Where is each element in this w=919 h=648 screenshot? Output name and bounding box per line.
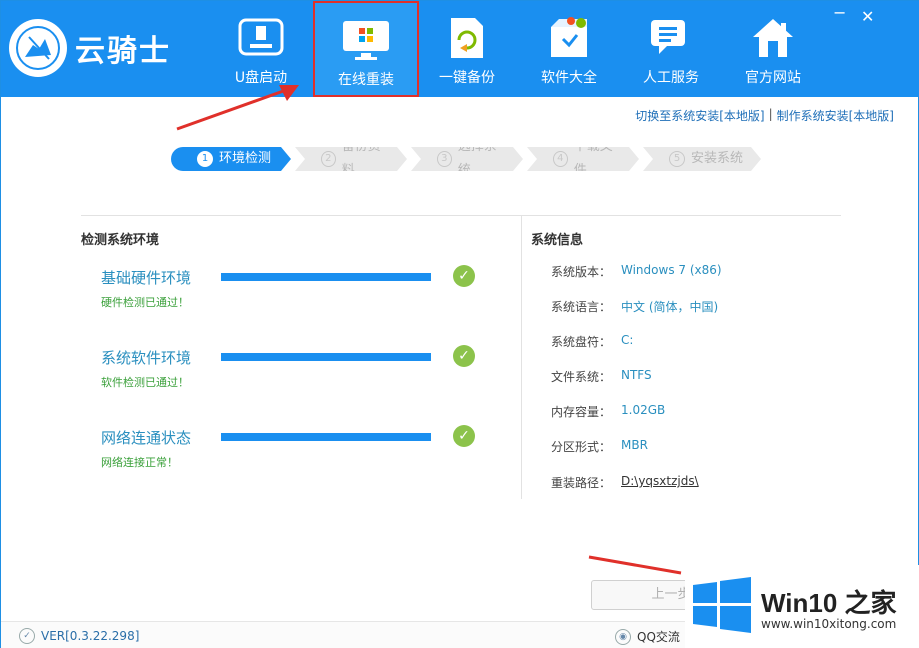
knight-logo-icon xyxy=(9,19,67,77)
software-box-icon xyxy=(543,15,595,61)
step-number: 2 xyxy=(321,151,336,167)
step-install: 5 安装系统 xyxy=(643,147,761,171)
step-number: 5 xyxy=(669,151,685,167)
watermark-overlay: Win10 之家 www.win10xitong.com xyxy=(685,565,919,648)
nav-site-label: 官方网站 xyxy=(745,70,801,86)
app-window: 云骑士 U盘启动 在线重装 一键备份 软件大全 人工服务 官方网站 − ✕ 切换… xyxy=(0,0,919,648)
step-backup: 2 备份资料 xyxy=(295,147,407,171)
info-value: NTFS xyxy=(621,368,652,382)
info-label: 重装路径： xyxy=(551,476,612,490)
check-status: 软件检测已通过！ xyxy=(101,376,189,389)
info-value: 中文 (简体，中国) xyxy=(621,300,719,314)
monitor-windows-icon xyxy=(340,17,392,63)
reinstall-path-link[interactable]: D:\yqsxtzjds\ xyxy=(621,474,699,491)
nav-online-label: 在线重装 xyxy=(338,72,394,88)
step-select-system: 3 选择系统 xyxy=(411,147,523,171)
info-value: 1.02GB xyxy=(621,403,666,417)
backup-document-icon xyxy=(441,15,493,61)
nav-usb-boot[interactable]: U盘启动 xyxy=(209,1,313,97)
info-system-drive: 系统盘符： C: xyxy=(551,333,633,350)
version-info: ✓ VER[0.3.22.298] xyxy=(19,628,139,644)
check-ok-icon: ✓ xyxy=(453,265,475,287)
info-label: 系统语言： xyxy=(551,300,612,314)
step-download: 4 下载文件 xyxy=(527,147,639,171)
info-label: 内存容量： xyxy=(551,405,612,419)
info-language: 系统语言： 中文 (简体，中国) xyxy=(551,298,718,315)
info-label: 系统盘符： xyxy=(551,335,612,349)
close-button[interactable]: ✕ xyxy=(861,7,874,26)
version-text: VER[0.3.22.298] xyxy=(41,629,140,643)
qq-text: QQ交流 xyxy=(637,630,680,644)
step-number: 3 xyxy=(437,151,452,167)
check-software: 系统软件环境 ✓ 软件检测已通过！ xyxy=(101,345,481,390)
step-label: 下载文件 xyxy=(573,139,613,178)
check-hardware: 基础硬件环境 ✓ 硬件检测已通过！ xyxy=(101,265,481,310)
red-arrow-bottom xyxy=(588,555,682,575)
info-partition-style: 分区形式： MBR xyxy=(551,438,648,455)
chat-bubble-icon xyxy=(645,15,697,61)
check-progress-bar xyxy=(221,353,431,361)
info-value: MBR xyxy=(621,438,648,452)
step-label: 安装系统 xyxy=(691,151,744,166)
check-progress-bar xyxy=(221,273,431,281)
info-value: Windows 7 (x86) xyxy=(621,263,722,277)
check-circle-icon: ✓ xyxy=(19,628,35,644)
logo-text: 云骑士 xyxy=(75,34,171,69)
panel-divider-vertical xyxy=(521,215,522,499)
step-label: 备份资料 xyxy=(341,139,381,178)
info-memory: 内存容量： 1.02GB xyxy=(551,403,665,420)
step-env-check: 1 环境检测 xyxy=(171,147,291,171)
info-os-version: 系统版本： Windows 7 (x86) xyxy=(551,263,722,280)
qq-chat-link[interactable]: ◉ QQ交流 xyxy=(615,628,680,645)
app-logo: 云骑士 xyxy=(9,13,209,83)
info-label: 文件系统： xyxy=(551,370,612,384)
nav-usb-label: U盘启动 xyxy=(234,70,288,86)
nav-backup-label: 一键备份 xyxy=(439,70,495,86)
info-file-system: 文件系统： NTFS xyxy=(551,368,652,385)
usb-drive-icon xyxy=(235,15,287,61)
nav-software[interactable]: 软件大全 xyxy=(517,1,621,97)
watermark-title: Win10 之家 xyxy=(761,588,897,618)
nav-official-site[interactable]: 官方网站 xyxy=(721,1,825,97)
nav-online-reinstall[interactable]: 在线重装 xyxy=(313,1,419,97)
detect-section-title: 检测系统环境 xyxy=(81,233,160,248)
top-bar: 云骑士 U盘启动 在线重装 一键备份 软件大全 人工服务 官方网站 − ✕ xyxy=(1,1,919,97)
step-label: 选择系统 xyxy=(457,139,497,178)
info-label: 分区形式： xyxy=(551,440,612,454)
nav-software-label: 软件大全 xyxy=(541,70,597,86)
check-network: 网络连通状态 ✓ 网络连接正常！ xyxy=(101,425,481,470)
check-progress-bar xyxy=(221,433,431,441)
step-number: 4 xyxy=(553,151,568,167)
info-value: C: xyxy=(621,333,634,347)
install-mode-links: 切换至系统安装[本地版] | 制作系统安装[本地版] xyxy=(635,107,894,124)
nav-service-label: 人工服务 xyxy=(643,70,699,86)
panel-divider-top xyxy=(81,215,841,216)
make-install-link[interactable]: 制作系统安装[本地版] xyxy=(777,107,894,124)
local-install-link[interactable]: 切换至系统安装[本地版] xyxy=(635,107,764,124)
step-label: 环境检测 xyxy=(219,151,272,166)
check-status: 硬件检测已通过！ xyxy=(101,296,189,309)
step-number: 1 xyxy=(197,151,213,167)
home-icon xyxy=(747,15,799,61)
minimize-button[interactable]: − xyxy=(833,3,846,22)
nav-human-service[interactable]: 人工服务 xyxy=(619,1,723,97)
sysinfo-section-title: 系统信息 xyxy=(531,233,584,248)
check-ok-icon: ✓ xyxy=(453,425,475,447)
check-status: 网络连接正常！ xyxy=(101,456,178,469)
watermark-url: www.win10xitong.com xyxy=(761,617,897,631)
info-label: 系统版本： xyxy=(551,265,612,279)
step-progress: 1 环境检测 2 备份资料 3 选择系统 4 下载文件 5 安装系统 xyxy=(171,147,765,171)
windows-logo-icon xyxy=(691,577,753,637)
check-ok-icon: ✓ xyxy=(453,345,475,367)
nav-one-key-backup[interactable]: 一键备份 xyxy=(415,1,519,97)
qq-penguin-icon: ◉ xyxy=(615,628,631,645)
info-reinstall-path: 重装路径： D:\yqsxtzjds\ xyxy=(551,474,699,491)
link-separator: | xyxy=(768,107,773,121)
